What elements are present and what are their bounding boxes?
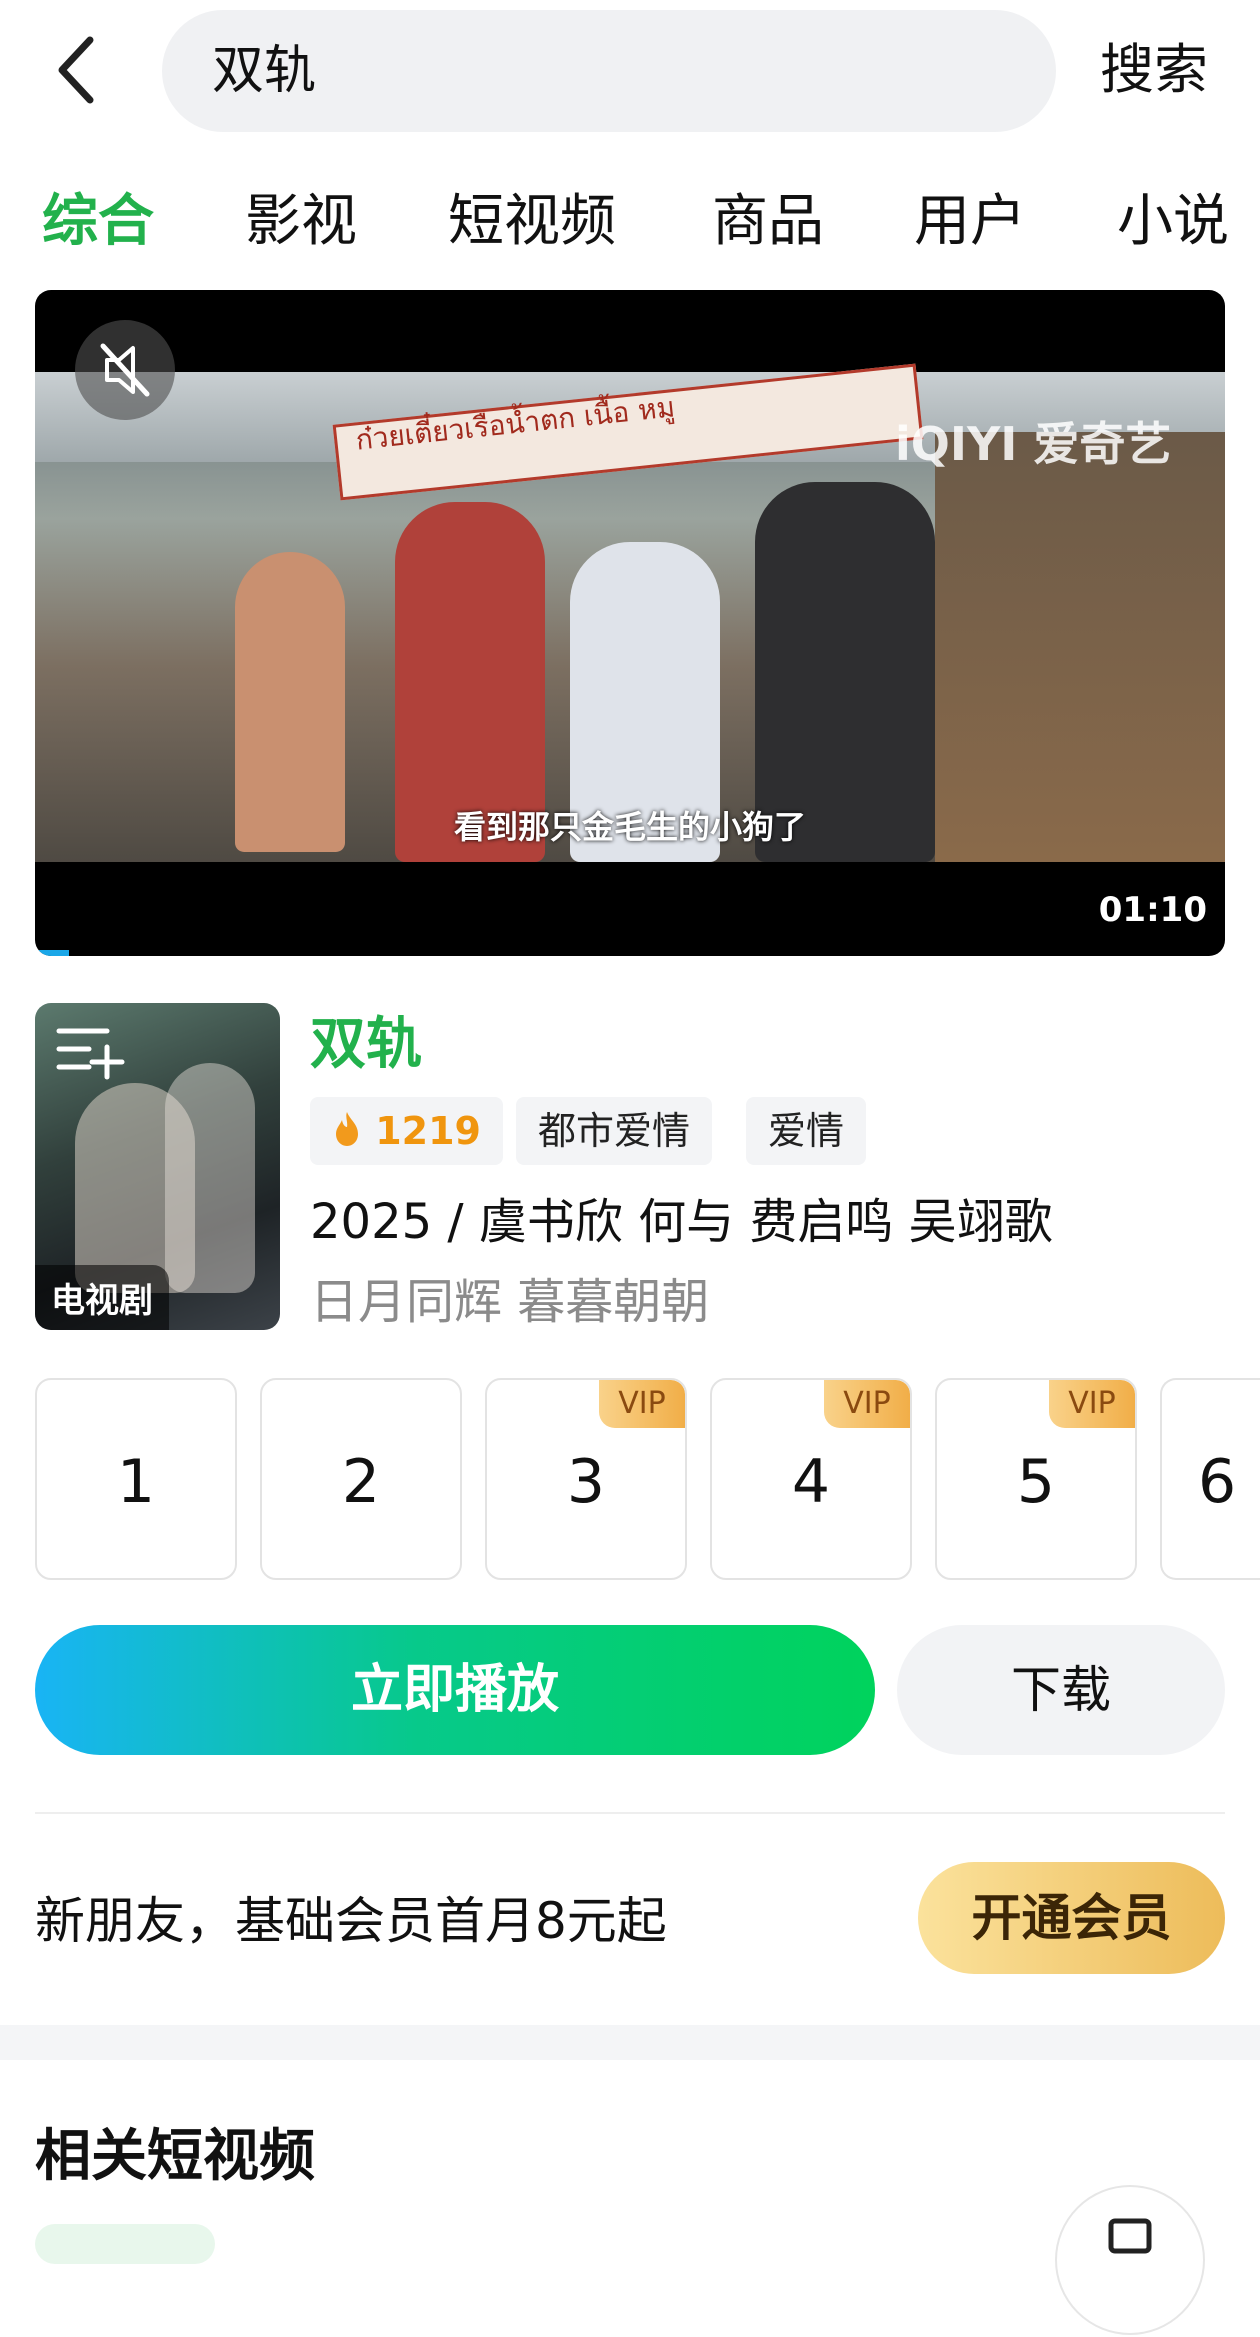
chevron-left-icon <box>58 36 94 104</box>
episode-button[interactable]: 1 <box>35 1378 237 1580</box>
speaker-muted-icon <box>100 343 150 397</box>
back-button[interactable] <box>40 30 120 110</box>
download-button[interactable]: 下载 <box>897 1625 1225 1755</box>
search-button[interactable]: 搜索 <box>1100 34 1208 106</box>
episode-number: 3 <box>566 1447 606 1517</box>
type-badge: 电视剧 <box>35 1265 169 1330</box>
show-related: 日月同辉 暮暮朝朝 <box>310 1274 710 1330</box>
section-title: 相关短视频 <box>35 2124 315 2189</box>
vip-badge: VIP <box>1049 1380 1135 1428</box>
tab-short-video[interactable]: 短视频 <box>448 186 616 258</box>
open-membership-button[interactable]: 开通会员 <box>918 1862 1225 1974</box>
episode-button[interactable]: 6 <box>1160 1378 1260 1580</box>
tab-comprehensive[interactable]: 综合 <box>42 186 154 258</box>
floating-action-button[interactable] <box>1055 2185 1205 2335</box>
search-query: 双轨 <box>212 41 317 101</box>
episode-button[interactable]: 5 VIP <box>935 1378 1137 1580</box>
tab-users[interactable]: 用户 <box>914 186 1026 258</box>
short-video-chip[interactable] <box>35 2224 215 2264</box>
flame-icon <box>336 1112 358 1146</box>
episode-button[interactable]: 3 VIP <box>485 1378 687 1580</box>
tab-novels[interactable]: 小说 <box>1117 186 1229 258</box>
video-duration: 01:10 <box>1098 890 1207 930</box>
video-subtitle: 看到那只金毛生的小狗了 <box>453 808 806 846</box>
iqiyi-watermark: iQIYI 爱奇艺 <box>895 417 1172 471</box>
section-separator <box>0 2025 1260 2060</box>
mute-button[interactable] <box>75 320 175 420</box>
show-meta: 2025 / 虞书欣 何与 费启鸣 吴翊歌 <box>310 1194 1053 1250</box>
progress-bar <box>35 950 69 956</box>
play-now-button[interactable]: 立即播放 <box>35 1625 875 1755</box>
show-title[interactable]: 双轨 <box>310 1010 422 1080</box>
genre-tag[interactable]: 爱情 <box>746 1097 867 1165</box>
tab-products[interactable]: 商品 <box>712 186 824 258</box>
episode-number: 2 <box>341 1447 381 1517</box>
episode-number: 5 <box>1016 1447 1056 1517</box>
episode-number: 4 <box>791 1447 831 1517</box>
show-poster[interactable]: 电视剧 <box>35 1003 280 1330</box>
episode-number: 6 <box>1198 1447 1237 1517</box>
genre-tag[interactable]: 都市爱情 <box>516 1097 713 1165</box>
video-player[interactable]: ก๋วยเตี๋ยวเรือน้ำตก เนื้อ หมู iQIYI 爱奇艺 … <box>35 290 1225 956</box>
bookmark-icon <box>1108 2218 1152 2254</box>
episode-button[interactable]: 4 VIP <box>710 1378 912 1580</box>
vip-badge: VIP <box>599 1380 685 1428</box>
divider <box>35 1812 1225 1814</box>
heat-value: 1219 <box>375 1109 481 1153</box>
episode-number: 1 <box>116 1447 156 1517</box>
tab-film-tv[interactable]: 影视 <box>245 186 357 258</box>
add-to-list-icon[interactable] <box>55 1021 125 1081</box>
vip-badge: VIP <box>824 1380 910 1428</box>
heat-badge: 1219 <box>310 1097 503 1165</box>
membership-promo-text: 新朋友，基础会员首月8元起 <box>35 1892 667 1950</box>
episode-button[interactable]: 2 <box>260 1378 462 1580</box>
